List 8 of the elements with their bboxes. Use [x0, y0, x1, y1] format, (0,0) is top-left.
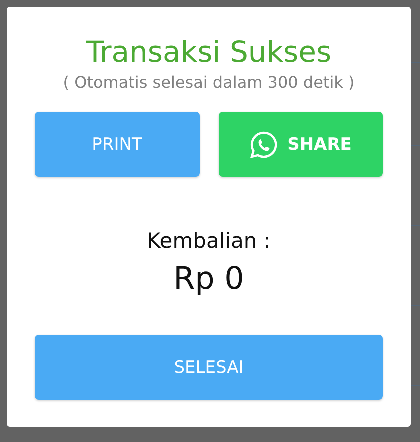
change-amount: Rp 0	[174, 261, 244, 297]
dialog-title: Transaksi Sukses	[86, 35, 332, 69]
chat-bubble-icon	[250, 130, 278, 158]
change-label: Kembalian :	[147, 229, 271, 253]
auto-close-note: ( Otomatis selesai dalam 300 detik )	[63, 73, 355, 92]
share-button[interactable]: SHARE	[218, 112, 383, 177]
done-button[interactable]: SELESAI	[35, 335, 383, 400]
print-button[interactable]: PRINT	[35, 112, 200, 177]
